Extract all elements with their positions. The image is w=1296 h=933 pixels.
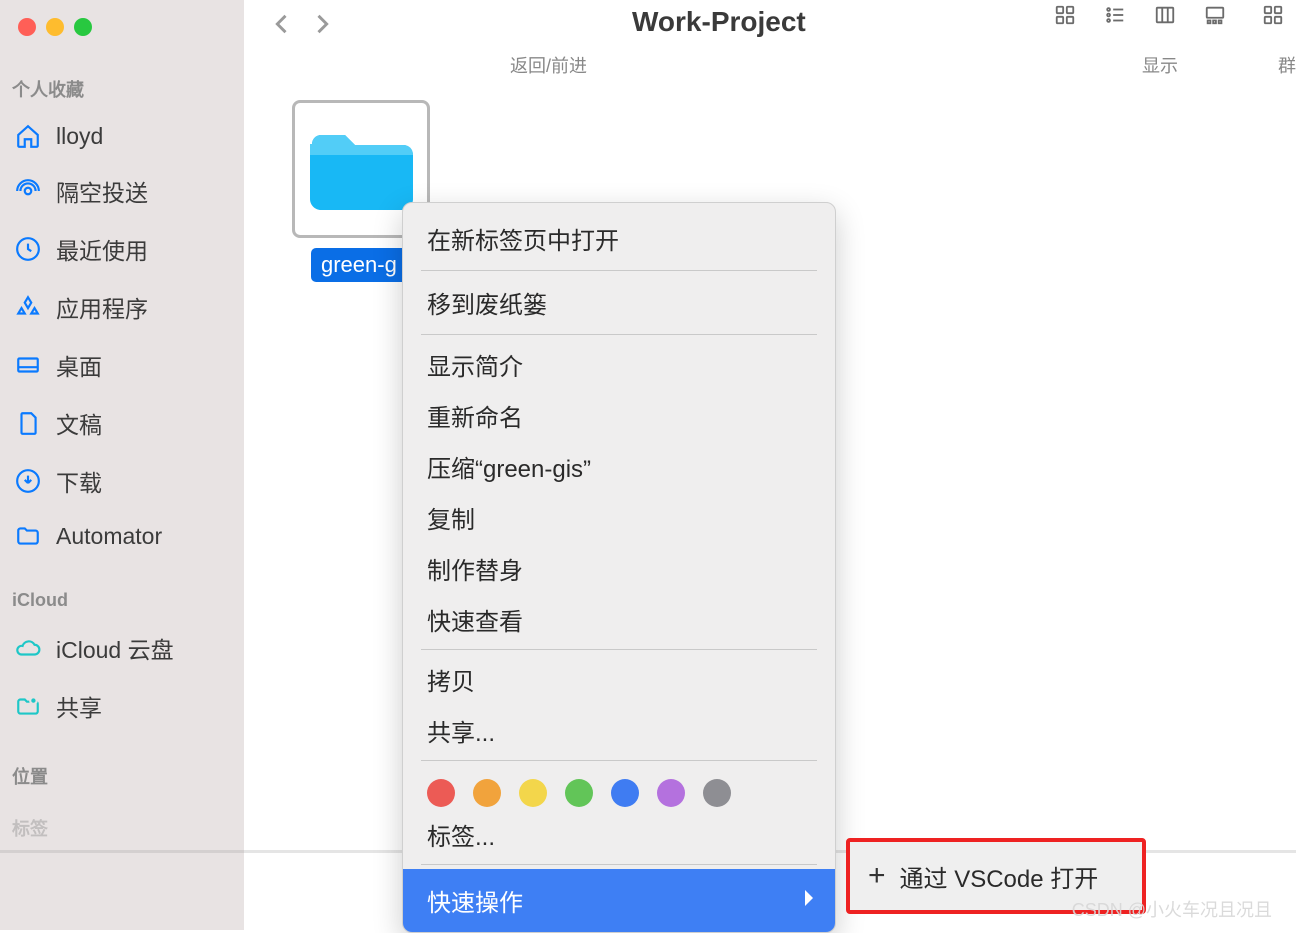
- group-by-button[interactable]: [1258, 4, 1296, 31]
- menu-separator: [421, 649, 817, 650]
- column-view-button[interactable]: [1150, 4, 1180, 31]
- group-label: 群: [1278, 52, 1296, 78]
- view-label: 显示: [1142, 52, 1178, 78]
- nav-arrows: [244, 10, 360, 43]
- sidebar-item-label: lloyd: [56, 123, 103, 150]
- back-button[interactable]: [268, 10, 296, 43]
- sidebar-tags-title: 标签: [0, 797, 244, 849]
- sidebar-item-label: iCloud 云盘: [56, 631, 174, 665]
- menu-get-info[interactable]: 显示简介: [403, 339, 835, 390]
- sidebar-item-label: 隔空投送: [56, 174, 148, 208]
- sidebar-item-label: Automator: [56, 523, 162, 550]
- sidebar-locations-title: 位置: [0, 735, 244, 797]
- downloads-icon: [14, 467, 42, 495]
- sidebar-item-label: 最近使用: [56, 232, 148, 266]
- menu-copy[interactable]: 拷贝: [403, 654, 835, 705]
- menu-duplicate[interactable]: 复制: [403, 492, 835, 543]
- sidebar-item-applications[interactable]: 应用程序: [0, 278, 244, 336]
- list-view-button[interactable]: [1100, 4, 1130, 31]
- menu-share[interactable]: 共享...: [403, 705, 835, 756]
- menu-compress[interactable]: 压缩“green-gis”: [403, 441, 835, 492]
- share-folder-icon: [14, 692, 42, 720]
- window-controls: [0, 8, 244, 36]
- sidebar-item-lloyd[interactable]: lloyd: [0, 110, 244, 162]
- home-icon: [14, 122, 42, 150]
- tag-dot-blue[interactable]: [611, 779, 639, 807]
- close-window-button[interactable]: [18, 18, 36, 36]
- context-menu: 在新标签页中打开 移到废纸篓 显示简介 重新命名 压缩“green-gis” 复…: [402, 202, 836, 933]
- forward-button[interactable]: [308, 10, 336, 43]
- tag-color-row: [403, 765, 835, 809]
- toolbar: 返回/前进 Work-Project 显示 群: [244, 0, 1296, 80]
- document-icon: [14, 409, 42, 437]
- menu-quick-look[interactable]: 快速查看: [403, 594, 835, 645]
- tag-dot-purple[interactable]: [657, 779, 685, 807]
- watermark: CSDN @小火车况且况且: [1072, 896, 1272, 922]
- sidebar-item-label: 下载: [56, 464, 102, 498]
- icon-view-button[interactable]: [1050, 4, 1080, 31]
- sidebar-icloud-title: iCloud: [0, 562, 244, 619]
- menu-quick-actions-label: 快速操作: [427, 883, 523, 918]
- sidebar-item-shared[interactable]: 共享: [0, 677, 244, 735]
- sidebar-item-label: 桌面: [56, 348, 102, 382]
- menu-make-alias[interactable]: 制作替身: [403, 543, 835, 594]
- tag-dot-yellow[interactable]: [519, 779, 547, 807]
- tag-dot-gray[interactable]: [703, 779, 731, 807]
- submenu-open-vscode-label: 通过 VSCode 打开: [900, 859, 1099, 894]
- sidebar-item-icloud-drive[interactable]: iCloud 云盘: [0, 619, 244, 677]
- sidebar-item-automator[interactable]: Automator: [0, 510, 244, 562]
- clock-icon: [14, 235, 42, 263]
- gallery-view-button[interactable]: [1200, 4, 1230, 31]
- view-controls: [1050, 4, 1296, 31]
- tag-dot-green[interactable]: [565, 779, 593, 807]
- folder-icon: [14, 522, 42, 550]
- tag-dot-orange[interactable]: [473, 779, 501, 807]
- chevron-right-icon: [801, 887, 817, 915]
- sidebar-item-documents[interactable]: 文稿: [0, 394, 244, 452]
- menu-separator: [421, 334, 817, 335]
- sidebar-favorites-title: 个人收藏: [0, 36, 244, 110]
- sidebar-item-airdrop[interactable]: 隔空投送: [0, 162, 244, 220]
- menu-separator: [421, 270, 817, 271]
- window-title: Work-Project: [632, 6, 806, 38]
- menu-separator: [421, 864, 817, 865]
- sidebar-item-desktop[interactable]: 桌面: [0, 336, 244, 394]
- sidebar: 个人收藏 lloyd 隔空投送 最近使用 应用程序 桌面 文稿: [0, 0, 244, 930]
- nav-label: 返回/前进: [510, 52, 587, 78]
- plus-icon: +: [868, 859, 886, 893]
- fullscreen-window-button[interactable]: [74, 18, 92, 36]
- menu-quick-actions[interactable]: 快速操作: [403, 869, 835, 932]
- cloud-icon: [14, 634, 42, 662]
- airdrop-icon: [14, 177, 42, 205]
- menu-rename[interactable]: 重新命名: [403, 390, 835, 441]
- sidebar-item-label: 文稿: [56, 406, 102, 440]
- minimize-window-button[interactable]: [46, 18, 64, 36]
- apps-icon: [14, 293, 42, 321]
- tag-dot-red[interactable]: [427, 779, 455, 807]
- menu-move-to-trash[interactable]: 移到废纸篓: [403, 275, 835, 330]
- sidebar-item-label: 共享: [56, 689, 102, 723]
- sidebar-item-downloads[interactable]: 下载: [0, 452, 244, 510]
- menu-tags[interactable]: 标签...: [403, 809, 835, 860]
- folder-label: green-g: [311, 248, 411, 282]
- menu-separator: [421, 760, 817, 761]
- sidebar-item-recents[interactable]: 最近使用: [0, 220, 244, 278]
- sidebar-item-label: 应用程序: [56, 290, 148, 324]
- desktop-icon: [14, 351, 42, 379]
- menu-open-new-tab[interactable]: 在新标签页中打开: [403, 211, 835, 266]
